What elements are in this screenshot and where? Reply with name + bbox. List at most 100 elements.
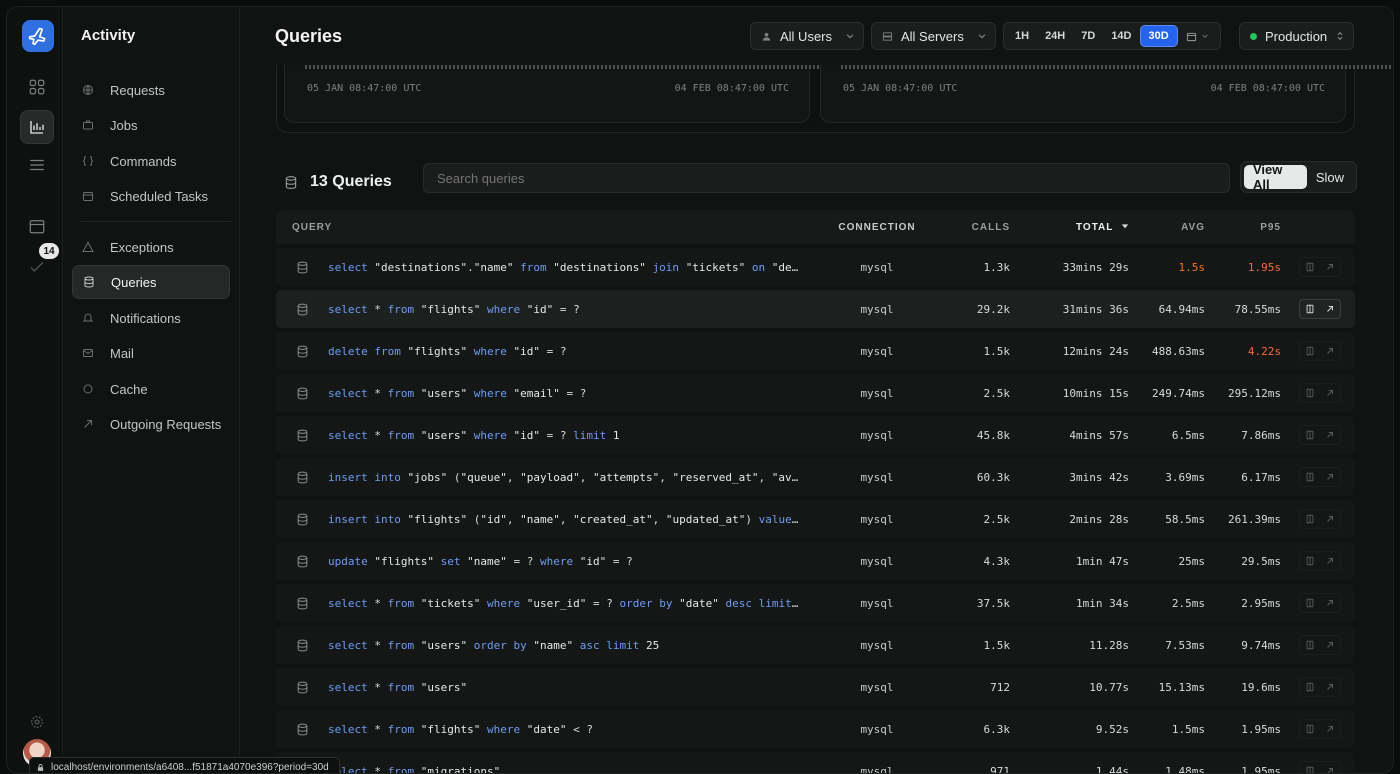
sidebar-item-cache[interactable]: Cache [72, 372, 230, 406]
column-total-label: TOTAL [1075, 221, 1114, 233]
sidebar-item-commands[interactable]: Commands [72, 144, 230, 178]
query-sql: update "flights" set "name" = ? where "i… [328, 554, 633, 568]
table-row[interactable]: select "destinations"."name" from "desti… [276, 248, 1355, 286]
query-filter-toggle: View All Slow [1240, 161, 1357, 193]
table-row[interactable]: select * from "tickets" where "user_id" … [276, 584, 1355, 622]
copy-icon[interactable] [1305, 556, 1315, 566]
query-avg: 7.53ms [1165, 638, 1205, 652]
calendar-rail-icon[interactable] [20, 209, 54, 243]
view-all-button[interactable]: View All [1244, 162, 1307, 192]
column-avg[interactable]: AVG [1129, 222, 1205, 233]
open-external-icon[interactable] [1325, 766, 1335, 773]
open-external-icon[interactable] [1325, 430, 1335, 440]
sidebar-item-exceptions[interactable]: Exceptions [72, 230, 230, 264]
column-calls[interactable]: CALLS [940, 222, 1010, 233]
environment-select[interactable]: Production [1239, 22, 1354, 50]
users-filter-select[interactable]: All Users [750, 22, 864, 50]
open-external-icon[interactable] [1325, 640, 1335, 650]
copy-icon[interactable] [1305, 724, 1315, 734]
copy-icon[interactable] [1305, 430, 1315, 440]
open-external-icon[interactable] [1325, 556, 1335, 566]
copy-icon[interactable] [1305, 346, 1315, 356]
settings-gear-icon[interactable] [20, 705, 54, 739]
copy-icon[interactable] [1305, 304, 1315, 314]
period-30d[interactable]: 30D [1139, 25, 1178, 47]
open-external-icon[interactable] [1325, 724, 1335, 734]
period-1h[interactable]: 1H [1007, 25, 1037, 47]
servers-filter-select[interactable]: All Servers [871, 22, 996, 50]
table-row[interactable]: update "flights" set "name" = ? where "i… [276, 542, 1355, 580]
query-total: 2mins 28s [1069, 512, 1129, 526]
copy-icon[interactable] [1305, 388, 1315, 398]
query-connection: mysql [860, 470, 894, 484]
open-external-icon[interactable] [1325, 682, 1335, 692]
sidebar-item-mail[interactable]: Mail [72, 336, 230, 370]
open-external-icon[interactable] [1325, 304, 1335, 314]
copy-icon[interactable] [1305, 514, 1315, 524]
copy-icon[interactable] [1305, 682, 1315, 692]
query-avg: 15.13ms [1158, 680, 1205, 694]
database-icon [276, 429, 328, 442]
sidebar-item-queries[interactable]: Queries [72, 265, 230, 299]
card-range-start: 05 JAN 08:47:00 UTC [843, 83, 958, 94]
open-external-icon[interactable] [1325, 262, 1335, 272]
sidebar-item-notifications[interactable]: Notifications [72, 301, 230, 335]
sidebar-item-scheduled-tasks[interactable]: Scheduled Tasks [72, 179, 230, 213]
open-external-icon[interactable] [1325, 346, 1335, 356]
slow-button[interactable]: Slow [1307, 165, 1353, 189]
open-external-icon[interactable] [1325, 472, 1335, 482]
sidebar-item-requests[interactable]: Requests [72, 73, 230, 107]
column-total[interactable]: TOTAL [1010, 222, 1129, 233]
copy-icon[interactable] [1305, 598, 1315, 608]
period-14d[interactable]: 14D [1103, 25, 1139, 47]
query-calls: 1.5k [983, 638, 1011, 652]
table-row[interactable]: select * from "flights" where "id" = ? m… [276, 290, 1355, 328]
query-total: 31mins 36s [1062, 302, 1129, 316]
row-actions [1299, 383, 1341, 403]
sidebar-item-outgoing-requests[interactable]: Outgoing Requests [72, 407, 230, 441]
copy-icon[interactable] [1305, 640, 1315, 650]
dashboard-icon[interactable] [20, 70, 54, 104]
column-query[interactable]: QUERY [276, 222, 814, 233]
copy-icon[interactable] [1305, 766, 1315, 773]
chevron-down-icon [845, 31, 855, 41]
open-external-icon[interactable] [1325, 598, 1335, 608]
copy-icon[interactable] [1305, 472, 1315, 482]
copy-icon[interactable] [1305, 262, 1315, 272]
table-row[interactable]: select * from "users" where "id" = ? lim… [276, 416, 1355, 454]
open-external-icon[interactable] [1325, 514, 1335, 524]
query-total: 9.52s [1095, 722, 1129, 736]
column-p95[interactable]: P95 [1205, 222, 1281, 233]
table-row[interactable]: select * from "users" mysql 712 10.77s 1… [276, 668, 1355, 706]
table-row[interactable]: insert into "jobs" ("queue", "payload", … [276, 458, 1355, 496]
status-url: localhost/environments/a6408...f51871a40… [51, 761, 329, 773]
search-queries-input[interactable] [423, 163, 1230, 193]
table-row[interactable]: select * from "migrations" mysql 971 1.4… [276, 752, 1355, 773]
query-sql: select * from "flights" where "date" < ? [328, 722, 593, 736]
query-avg: 6.5ms [1171, 428, 1205, 442]
open-external-icon[interactable] [1325, 388, 1335, 398]
row-actions [1299, 467, 1341, 487]
activity-chart-icon[interactable] [20, 110, 54, 144]
logs-icon[interactable] [20, 148, 54, 182]
query-calls: 1.5k [983, 344, 1011, 358]
chevron-down-icon [977, 31, 987, 41]
query-p95: 6.17ms [1241, 470, 1281, 484]
period-7d[interactable]: 7D [1073, 25, 1103, 47]
app-window: 14 Activity Requests Jobs Commands Sched… [6, 6, 1394, 774]
period-24h[interactable]: 24H [1037, 25, 1073, 47]
sidebar-item-jobs[interactable]: Jobs [72, 108, 230, 142]
sidebar-item-label: Commands [110, 153, 177, 169]
row-actions [1299, 509, 1341, 529]
query-p95: 1.95ms [1241, 722, 1281, 736]
database-icon [276, 555, 328, 568]
column-connection[interactable]: CONNECTION [814, 222, 940, 233]
table-row[interactable]: select * from "users" order by "name" as… [276, 626, 1355, 664]
table-row[interactable]: delete from "flights" where "id" = ? mys… [276, 332, 1355, 370]
table-row[interactable]: select * from "users" where "email" = ? … [276, 374, 1355, 412]
table-row[interactable]: select * from "flights" where "date" < ?… [276, 710, 1355, 748]
sidebar-item-label: Outgoing Requests [110, 416, 222, 432]
table-row[interactable]: insert into "flights" ("id", "name", "cr… [276, 500, 1355, 538]
plane-logo-icon[interactable] [22, 20, 54, 52]
custom-range-calendar-icon[interactable] [1178, 25, 1217, 47]
